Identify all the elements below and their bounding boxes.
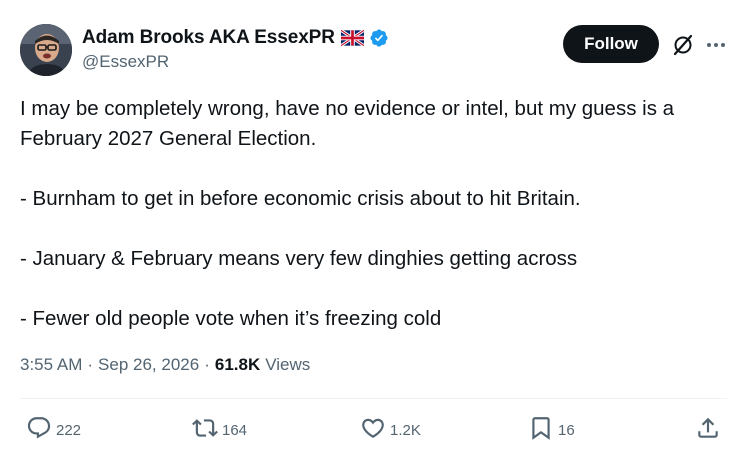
share-icon <box>695 415 721 445</box>
tweet-date[interactable]: Sep 26, 2026 <box>98 355 199 375</box>
bookmark-icon <box>528 415 554 445</box>
repost-count: 164 <box>222 421 248 439</box>
author-handle[interactable]: @EssexPR <box>82 52 169 72</box>
bookmark-button[interactable]: 16 <box>528 416 575 444</box>
author-display-name[interactable]: Adam Brooks AKA EssexPR <box>82 27 335 49</box>
meta-separator: · <box>204 355 210 374</box>
grok-icon[interactable] <box>671 33 695 57</box>
like-button[interactable]: 1.2K <box>360 416 421 444</box>
heart-icon <box>360 415 386 445</box>
tweet-meta: 3:55 AM · Sep 26, 2026 · 61.8K Views <box>20 353 310 377</box>
follow-button[interactable]: Follow <box>563 25 659 63</box>
views-count: 61.8K <box>214 355 261 374</box>
like-count: 1.2K <box>390 421 421 439</box>
uk-flag-icon <box>340 29 365 47</box>
tweet-card: Adam Brooks AKA EssexPR @EssexPR Follow <box>0 0 747 458</box>
tweet-time[interactable]: 3:55 AM <box>20 355 82 375</box>
bookmark-count: 16 <box>558 421 575 439</box>
more-icon[interactable] <box>706 38 726 52</box>
tweet-line: I may be completely wrong, have no evide… <box>20 97 675 150</box>
tweet-line: - January & February means very few ding… <box>20 247 578 270</box>
reply-button[interactable]: 222 <box>26 416 81 444</box>
share-button[interactable] <box>695 416 721 444</box>
repost-icon <box>192 415 218 445</box>
reply-icon <box>26 415 52 445</box>
tweet-line: - Fewer old people vote when it’s freezi… <box>20 307 442 330</box>
avatar[interactable] <box>20 24 72 76</box>
views-label: Views <box>265 355 311 374</box>
divider <box>20 398 727 399</box>
author-name-row: Adam Brooks AKA EssexPR <box>82 26 389 50</box>
repost-button[interactable]: 164 <box>192 416 247 444</box>
verified-badge-icon[interactable] <box>369 28 389 48</box>
meta-separator: · <box>87 355 94 374</box>
tweet-text: I may be completely wrong, have no evide… <box>20 94 730 334</box>
reply-count: 222 <box>56 421 82 439</box>
tweet-line: - Burnham to get in before economic cris… <box>20 187 581 210</box>
